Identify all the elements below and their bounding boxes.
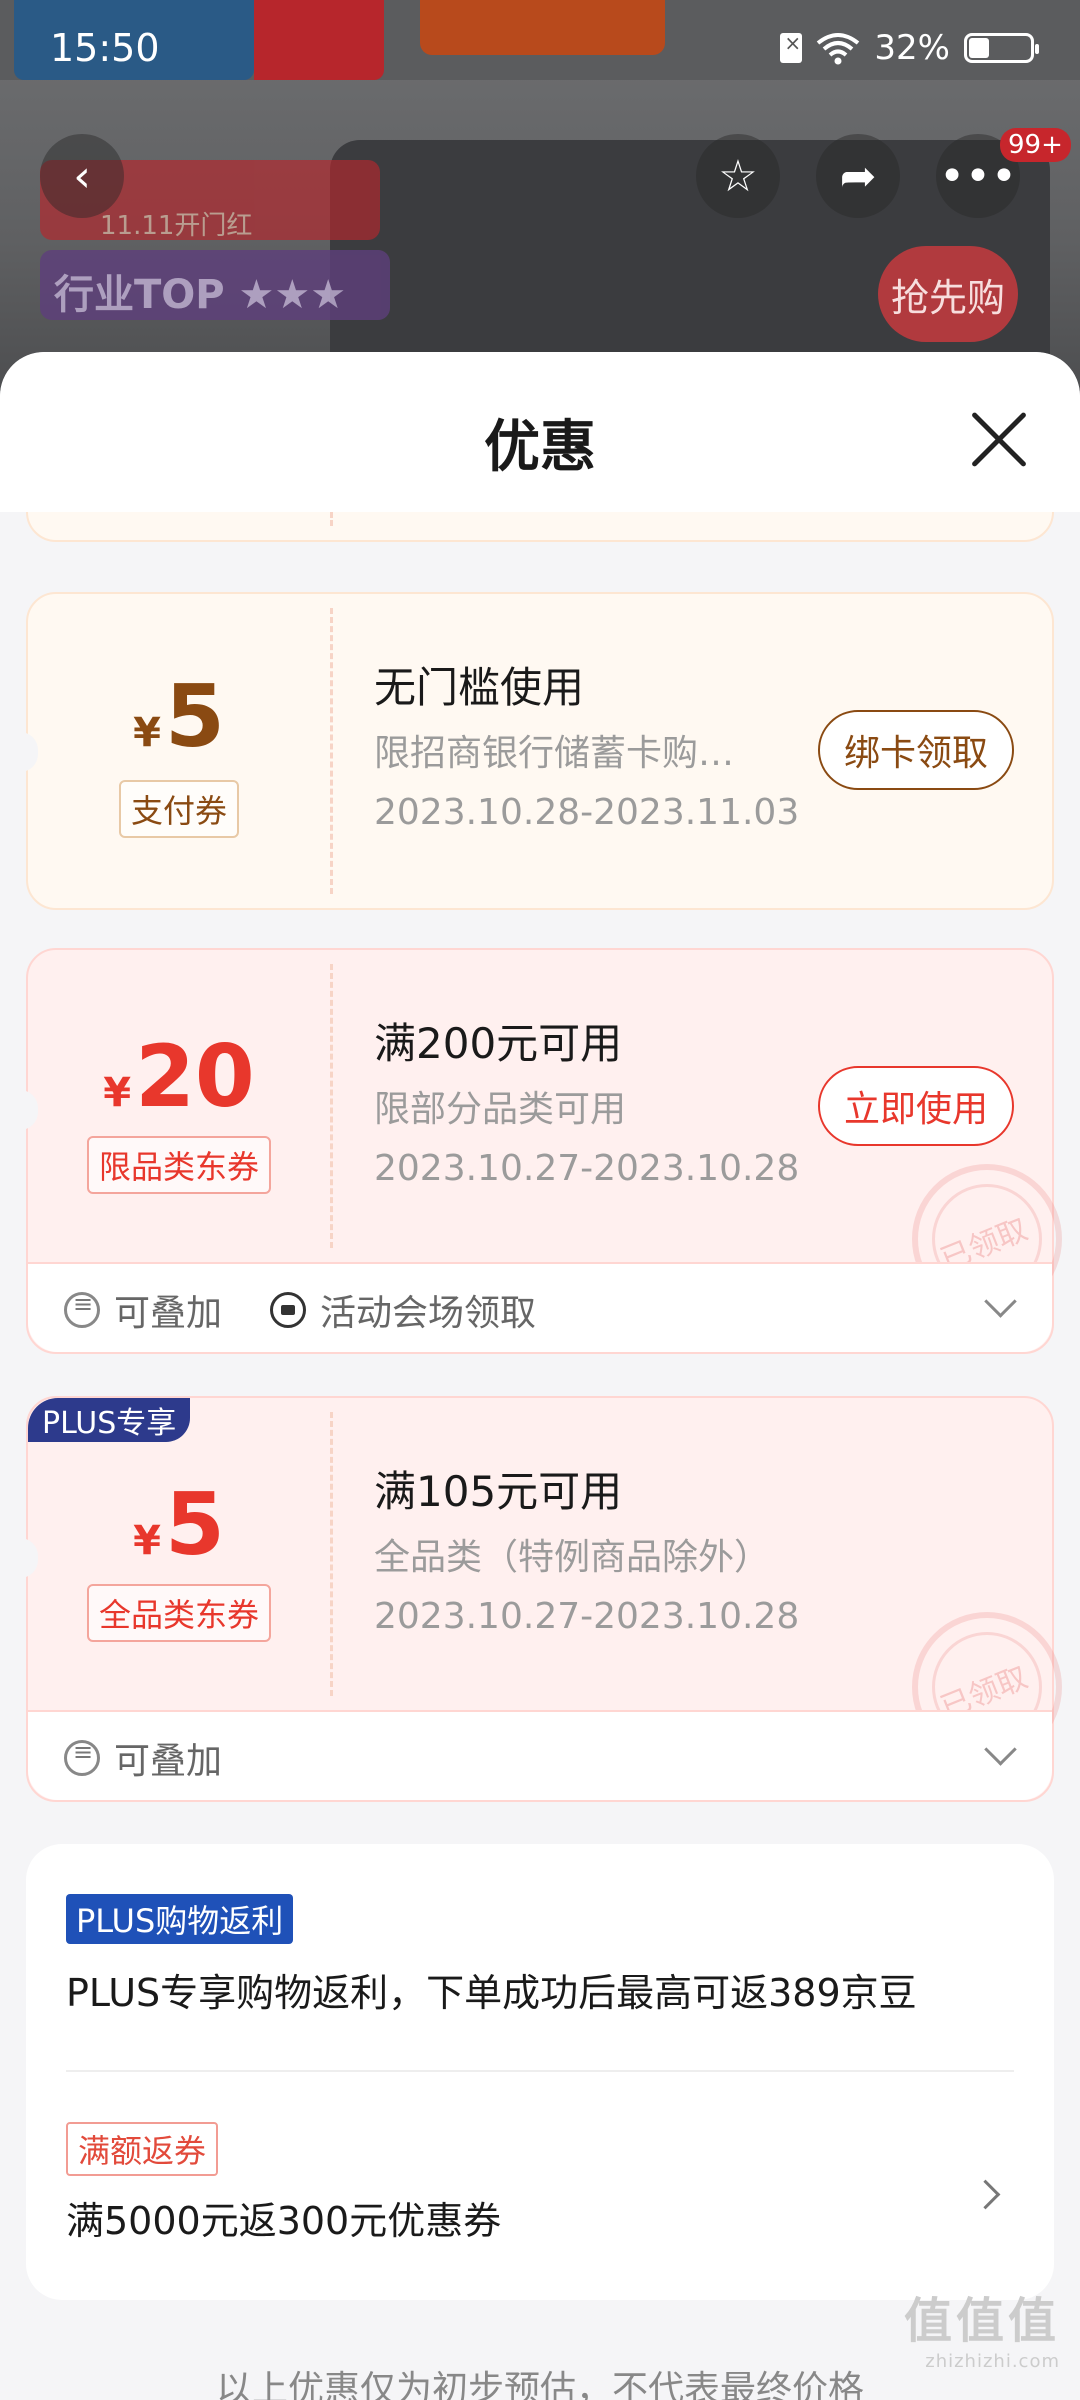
coupon-title: 满200元可用: [374, 1019, 623, 1068]
coupon-date: 2023.10.27-2023.10.28: [374, 1148, 800, 1189]
coupon-card: PLUS专享 ¥5 全品类东券 满105元可用 全品类（特例商品除外） 2023…: [20, 1396, 1062, 1802]
coupon-desc: 限部分品类可用: [374, 1089, 627, 1130]
yen-symbol: ¥: [133, 1518, 161, 1564]
chevron-down-icon[interactable]: [984, 1285, 1017, 1318]
stackable-label: 可叠加: [64, 1732, 222, 1784]
coupon-desc: 全品类（特例商品除外）: [374, 1537, 771, 1578]
coupon-desc: 限招商银行储蓄卡购买部分商品: [374, 733, 764, 774]
battery-icon: [964, 33, 1039, 63]
rush-buy-button[interactable]: 抢先购: [878, 246, 1018, 342]
plus-rebate-tag: PLUS购物返利: [66, 1894, 294, 1944]
coupon-divider: [330, 964, 333, 1248]
yen-symbol: ¥: [103, 1070, 132, 1116]
yen-symbol: ¥: [133, 710, 161, 756]
favorite-button[interactable]: ☆: [696, 134, 780, 218]
coupon-type: 限品类东券: [86, 1136, 272, 1194]
status-time: 15:50: [50, 26, 160, 70]
status-bar: 15:50 32%: [0, 0, 1080, 100]
star-icon: ☆: [718, 150, 758, 202]
venue-claim-label: 活动会场领取: [270, 1284, 536, 1336]
back-button[interactable]: ‹: [40, 134, 124, 218]
coupon-value-area: ¥5 支付券: [28, 594, 330, 908]
coupon-amount: ¥5: [28, 674, 330, 760]
coupon-divider: [330, 1412, 333, 1696]
coupon-divider: [330, 608, 333, 894]
wifi-icon: [817, 33, 860, 65]
rebate-card: PLUS购物返利 PLUS专享购物返利，下单成功后最高可返389京豆 满额返券 …: [26, 1844, 1054, 2300]
coupon-title: 无门槛使用: [374, 663, 585, 712]
stackable-label: 可叠加: [64, 1284, 222, 1336]
coupon-footer[interactable]: 可叠加 活动会场领取: [28, 1262, 1052, 1352]
bind-card-claim-button[interactable]: 绑卡领取: [817, 710, 1014, 790]
coupon-amount-value: 5: [165, 1475, 225, 1575]
sheet-header: 优惠: [0, 352, 1080, 512]
threshold-coupon-text[interactable]: 满5000元返300元优惠券: [66, 2190, 501, 2245]
threshold-coupon-tag: 满额返券: [66, 2122, 219, 2176]
promo-label-top: 行业TOP ★★★: [40, 250, 390, 320]
coupon-card: ¥20 限品类东券 满200元可用 限部分品类可用 2023.10.27-202…: [20, 948, 1062, 1354]
chevron-right-icon[interactable]: [970, 2179, 1001, 2210]
sheet-scroll-area[interactable]: ¥5 支付券 无门槛使用 限招商银行储蓄卡购买部分商品 2023.10.28-2…: [0, 512, 1080, 2400]
close-button[interactable]: [968, 408, 1030, 470]
battery-percent: 32%: [874, 28, 950, 68]
discount-sheet: 优惠 ¥5 支付券 无门槛使用 限招商银行储蓄卡购买部分商品 2023.10.2…: [0, 352, 1080, 2400]
stack-icon: [64, 1738, 100, 1776]
share-button[interactable]: ➦: [816, 134, 900, 218]
coupon-date: 2023.10.27-2023.10.28: [374, 1596, 800, 1637]
rebate-divider: [66, 2070, 1014, 2072]
chevron-left-icon: ‹: [73, 150, 91, 202]
stack-icon: [64, 1290, 100, 1328]
sim-icon: [780, 31, 803, 63]
coupon-amount: ¥20: [28, 1034, 330, 1120]
coupon-card: ¥5 支付券 无门槛使用 限招商银行储蓄卡购买部分商品 2023.10.28-2…: [20, 592, 1054, 910]
site-watermark: 值值值 zhizhizhi.com: [903, 2293, 1060, 2372]
coupon-date: 2023.10.28-2023.11.03: [374, 792, 800, 833]
use-now-button[interactable]: 立即使用: [817, 1066, 1014, 1146]
coupon-amount: ¥5: [28, 1482, 330, 1568]
coupon-value-area: ¥20 限品类东券: [28, 950, 330, 1266]
coupon-amount-value: 5: [165, 667, 225, 767]
sheet-title: 优惠: [484, 415, 596, 480]
coupon-footer[interactable]: 可叠加: [28, 1710, 1052, 1800]
coupon-divider: [330, 512, 333, 526]
plus-rebate-text: PLUS专享购物返利，下单成功后最高可返389京豆: [66, 1971, 917, 2015]
coupon-title: 满105元可用: [374, 1467, 623, 1516]
ticket-icon: [270, 1292, 306, 1328]
coupon-type: 全品类东券: [86, 1584, 272, 1642]
coupon-type: 支付券: [118, 780, 240, 838]
coupon-value-area: ¥5 全品类东券: [28, 1398, 330, 1714]
cart-badge: 99+: [1000, 128, 1071, 162]
coupon-card-partial: [26, 512, 1054, 542]
coupon-amount-value: 20: [135, 1027, 255, 1127]
share-icon: ➦: [839, 150, 877, 202]
chevron-down-icon[interactable]: [984, 1733, 1017, 1766]
